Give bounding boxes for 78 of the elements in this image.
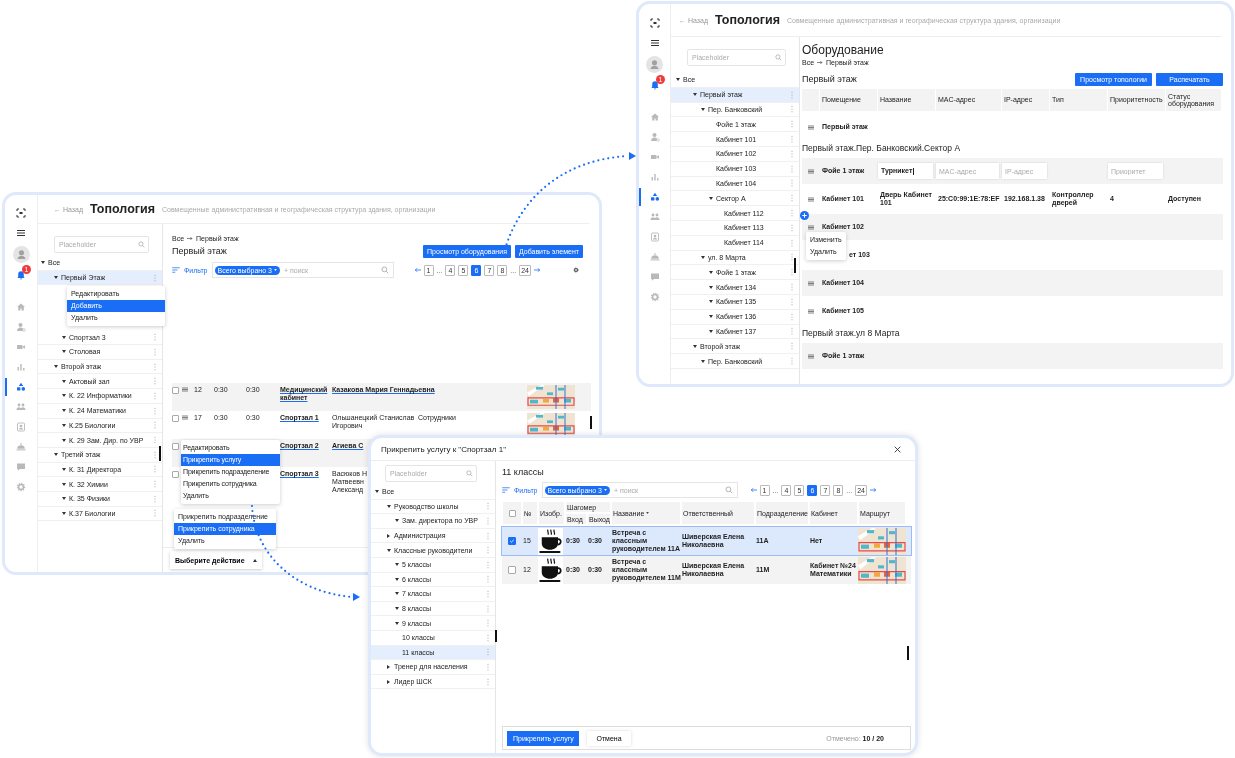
cup-icon [538, 527, 563, 555]
filter-icon[interactable] [502, 487, 510, 493]
checkbox[interactable] [508, 566, 516, 574]
arrow-right-icon [187, 235, 194, 241]
chat-icon [16, 462, 26, 472]
caret-icon [603, 489, 607, 491]
drag-handle-icon[interactable] [808, 196, 814, 202]
home-icon [649, 112, 660, 122]
arrow-right-icon [817, 59, 824, 65]
checkbox[interactable] [172, 443, 179, 450]
camera-icon [16, 342, 26, 352]
checkbox[interactable] [508, 537, 516, 545]
drag-handle-icon[interactable] [808, 124, 814, 130]
checkbox[interactable] [172, 387, 179, 394]
drag-handle-icon[interactable] [808, 308, 814, 314]
scrollbar-thumb[interactable] [907, 646, 909, 660]
drag-handle-icon[interactable] [808, 168, 814, 174]
user-icon [649, 132, 660, 142]
bell-icon [16, 270, 26, 280]
arrow-left-icon[interactable] [413, 267, 421, 273]
cup-icon [538, 556, 563, 584]
section-title: 11 классы [502, 466, 545, 478]
people-icon [16, 402, 26, 412]
contact-card-icon [649, 232, 660, 242]
checkbox[interactable] [172, 471, 179, 478]
camera-icon [649, 152, 660, 162]
menu-icon [649, 38, 660, 48]
scan-icon [649, 18, 660, 28]
dome-icon [649, 252, 660, 262]
avatar [646, 55, 663, 73]
search-icon [775, 54, 782, 61]
section-title: Первый этаж [802, 74, 857, 84]
add-icon[interactable] [800, 211, 809, 220]
scrollbar-thumb[interactable] [495, 630, 497, 642]
drag-handle-icon[interactable] [182, 415, 188, 420]
caret-icon [273, 269, 277, 271]
avatar [12, 245, 30, 263]
checkbox[interactable] [172, 415, 179, 422]
drag-handle-icon[interactable] [808, 280, 814, 286]
section-title: Оборудование [802, 43, 885, 57]
chat-icon [649, 272, 660, 282]
dialog-title: Прикрепить услугу к "Спортзал 1" [381, 444, 506, 454]
chart-icon [16, 362, 26, 372]
section-title: Первый этаж.Пер. Банковский.Сектор А [802, 142, 962, 155]
page-title: Топология [715, 13, 780, 27]
checkbox[interactable] [508, 509, 516, 517]
close-icon[interactable] [894, 445, 901, 453]
drag-handle-icon[interactable] [808, 224, 814, 230]
scan-icon [16, 208, 26, 218]
drag-handle-icon[interactable] [182, 387, 188, 392]
scrollbar-thumb[interactable] [794, 258, 796, 273]
settings-icon [16, 482, 26, 492]
section-title: Первый этаж.ул 8 Марта [802, 327, 901, 340]
people-icon [649, 212, 660, 222]
arrow-right-icon[interactable] [534, 267, 541, 273]
menu-icon [16, 228, 26, 238]
shapes-icon [16, 382, 26, 392]
shapes-icon [649, 192, 660, 202]
section-title: Первый этаж [172, 246, 227, 256]
home-icon [16, 302, 26, 312]
search-icon [138, 241, 145, 248]
arrow-right-icon[interactable] [870, 487, 877, 493]
scrollbar-thumb[interactable] [159, 446, 161, 461]
user-icon [16, 322, 26, 332]
search-icon [380, 266, 389, 274]
search-icon [724, 486, 733, 494]
settings-icon[interactable] [573, 267, 579, 273]
arrow-left-icon[interactable] [749, 487, 757, 493]
scrollbar-thumb[interactable] [590, 416, 592, 429]
filter-icon[interactable] [172, 267, 180, 273]
bell-icon [649, 80, 660, 90]
settings-icon [649, 292, 660, 302]
contact-card-icon [16, 422, 26, 432]
dome-icon [16, 442, 26, 452]
chart-icon [649, 172, 660, 182]
page-title: Топология [90, 202, 155, 216]
drag-handle-icon[interactable] [808, 353, 814, 359]
search-icon [466, 470, 473, 477]
